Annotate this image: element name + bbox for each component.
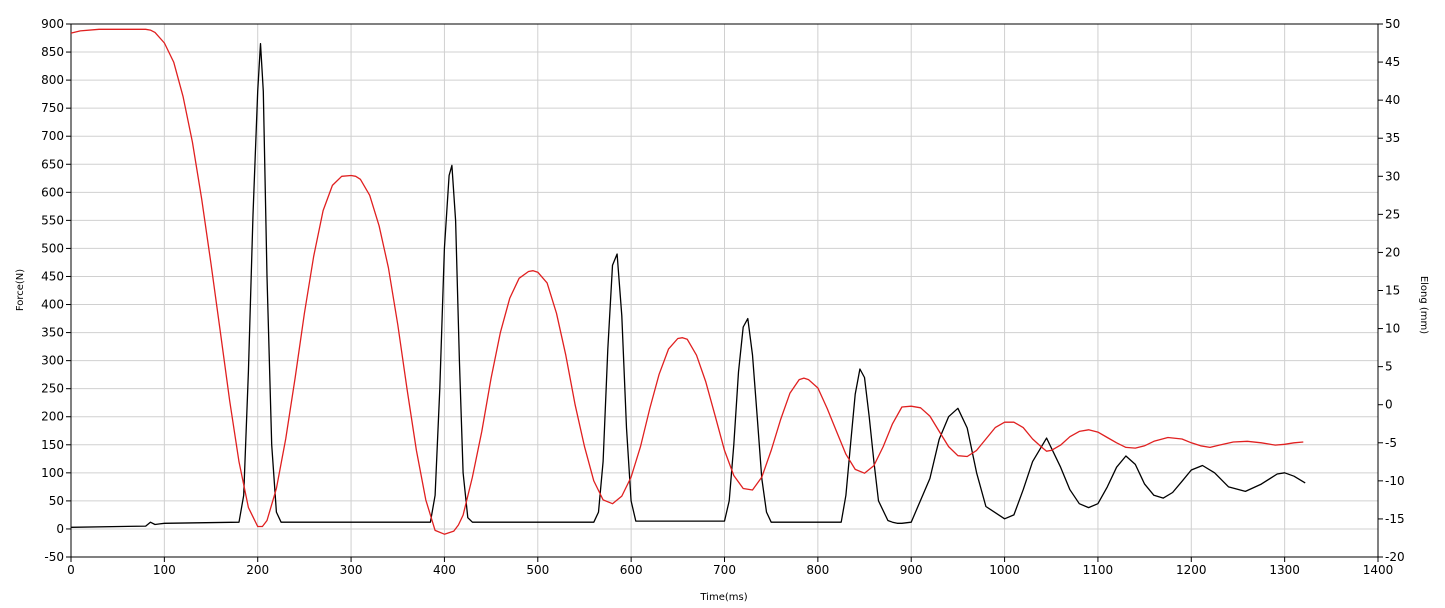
force-series-line bbox=[70, 42, 1306, 528]
y-tick-label: 350 bbox=[41, 326, 64, 340]
y-tick-label: 150 bbox=[41, 438, 64, 452]
y2-tick-label: 40 bbox=[1385, 93, 1400, 107]
elongation-series-line bbox=[70, 28, 1304, 535]
x-tick-label: 0 bbox=[67, 563, 75, 577]
y2-tick-label: 25 bbox=[1385, 207, 1400, 221]
y2-tick-label: -15 bbox=[1385, 512, 1405, 526]
x-tick-label: 600 bbox=[620, 563, 643, 577]
x-tick-label: 700 bbox=[713, 563, 736, 577]
x-tick-label: 200 bbox=[246, 563, 269, 577]
y2-tick-label: 15 bbox=[1385, 284, 1400, 298]
y-tick-label: 100 bbox=[41, 466, 64, 480]
y-tick-label: 450 bbox=[41, 269, 64, 283]
x-tick-label: 900 bbox=[900, 563, 923, 577]
y-tick-label: 50 bbox=[49, 494, 64, 508]
y-tick-label: 500 bbox=[41, 241, 64, 255]
y2-tick-label: 0 bbox=[1385, 398, 1393, 412]
y2-tick-label: 20 bbox=[1385, 245, 1400, 259]
y-tick-label: 550 bbox=[41, 213, 64, 227]
x-tick-label: 1200 bbox=[1176, 563, 1207, 577]
x-tick-label: 1100 bbox=[1083, 563, 1114, 577]
y-tick-label: 300 bbox=[41, 354, 64, 368]
y2-tick-label: 45 bbox=[1385, 55, 1400, 69]
y-tick-label: 250 bbox=[41, 382, 64, 396]
y-tick-label: 400 bbox=[41, 298, 64, 312]
y-tick-label: 0 bbox=[56, 522, 64, 536]
y2-tick-label: -10 bbox=[1385, 474, 1405, 488]
y-tick-label: 200 bbox=[41, 410, 64, 424]
x-tick-label: 500 bbox=[526, 563, 549, 577]
y2-tick-label: 10 bbox=[1385, 322, 1400, 336]
x-tick-label: 800 bbox=[806, 563, 829, 577]
y-tick-label: 800 bbox=[41, 73, 64, 87]
y-tick-label: 900 bbox=[41, 17, 64, 31]
x-tick-label: 1000 bbox=[989, 563, 1020, 577]
series-layer bbox=[70, 28, 1306, 535]
y-tick-label: 750 bbox=[41, 101, 64, 115]
x-tick-label: 400 bbox=[433, 563, 456, 577]
x-tick-label: 300 bbox=[340, 563, 363, 577]
y2-tick-label: 30 bbox=[1385, 169, 1400, 183]
y-tick-label: 650 bbox=[41, 157, 64, 171]
y2-axis-title: Elong (mm) bbox=[1418, 276, 1429, 334]
x-axis-title: Time(ms) bbox=[699, 592, 747, 603]
force-elongation-chart: 0 100 200 300 400 500 600 700 800 900 1000 1100 1200… bbox=[15, 17, 1429, 603]
x-tick-label: 1400 bbox=[1363, 563, 1394, 577]
y2-tick-label: 35 bbox=[1385, 131, 1400, 145]
y-axis-title: Force(N) bbox=[15, 269, 26, 311]
y2-tick-label: 5 bbox=[1385, 360, 1393, 374]
x-tick-label: 100 bbox=[153, 563, 176, 577]
y2-tick-label: 50 bbox=[1385, 17, 1400, 31]
y-tick-label: -50 bbox=[44, 550, 64, 564]
y2-tick-label: -5 bbox=[1385, 436, 1397, 450]
x-tick-label: 1300 bbox=[1269, 563, 1300, 577]
y-tick-label: 850 bbox=[41, 45, 64, 59]
y-tick-label: 600 bbox=[41, 185, 64, 199]
y2-tick-label: -20 bbox=[1385, 550, 1405, 564]
y-tick-label: 700 bbox=[41, 129, 64, 143]
